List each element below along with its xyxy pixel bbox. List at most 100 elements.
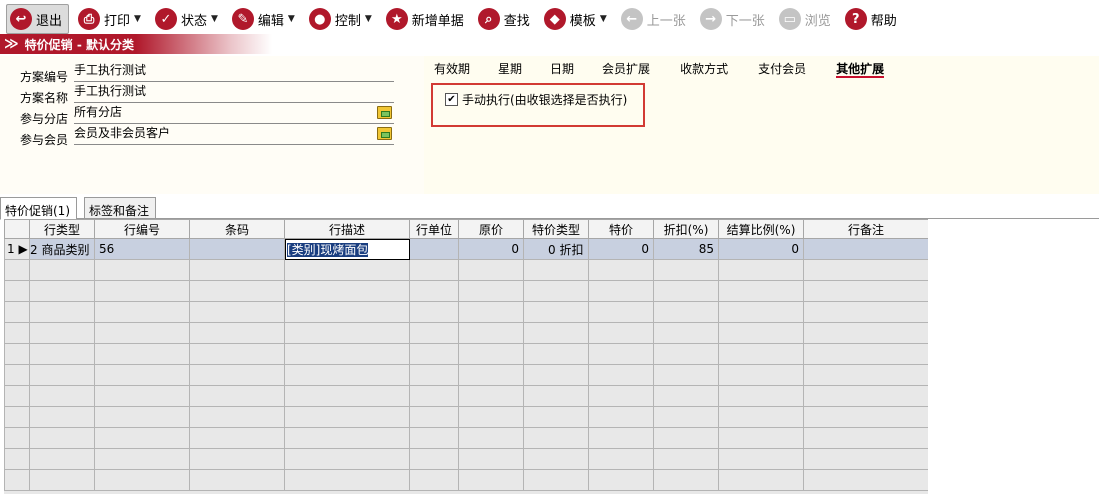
empty-cell[interactable] — [458, 343, 524, 365]
empty-cell[interactable] — [189, 427, 285, 449]
empty-cell[interactable] — [653, 259, 719, 281]
col-header-special-price[interactable]: 特价 — [588, 219, 654, 239]
empty-row[interactable] — [4, 469, 928, 491]
exit-button[interactable]: ↩ 退出 — [6, 4, 70, 34]
tab-member-extension[interactable]: 会员扩展 — [602, 58, 650, 78]
empty-cell[interactable] — [803, 364, 928, 386]
cell-special-price[interactable]: 0 — [588, 238, 654, 260]
row-indicator[interactable] — [4, 469, 30, 491]
cell-line-no[interactable]: 56 — [94, 238, 190, 260]
empty-cell[interactable] — [284, 301, 410, 323]
empty-row[interactable] — [4, 280, 928, 302]
empty-cell[interactable] — [284, 259, 410, 281]
col-header-type[interactable]: 行类型 — [29, 219, 95, 239]
folder-icon[interactable] — [377, 127, 392, 140]
empty-row[interactable] — [4, 385, 928, 407]
row-indicator[interactable] — [4, 280, 30, 302]
empty-cell[interactable] — [803, 385, 928, 407]
empty-cell[interactable] — [94, 385, 190, 407]
empty-cell[interactable] — [29, 427, 95, 449]
tab-date[interactable]: 日期 — [550, 58, 574, 78]
col-header-settle-ratio[interactable]: 结算比例(%) — [718, 219, 804, 239]
empty-cell[interactable] — [588, 427, 654, 449]
empty-cell[interactable] — [458, 259, 524, 281]
empty-cell[interactable] — [189, 385, 285, 407]
manual-exec-checkbox[interactable]: ✔ 手动执行(由收银选择是否执行) — [445, 91, 627, 108]
empty-cell[interactable] — [94, 448, 190, 470]
empty-cell[interactable] — [523, 385, 589, 407]
empty-cell[interactable] — [409, 280, 459, 302]
row-indicator[interactable] — [4, 259, 30, 281]
empty-cell[interactable] — [189, 406, 285, 428]
empty-cell[interactable] — [284, 343, 410, 365]
name-field[interactable]: 手工执行测试 — [74, 83, 394, 103]
row-indicator[interactable] — [4, 301, 30, 323]
row-indicator[interactable] — [4, 343, 30, 365]
empty-cell[interactable] — [718, 364, 804, 386]
empty-cell[interactable] — [588, 469, 654, 491]
store-field[interactable]: 所有分店 — [74, 104, 394, 124]
status-button[interactable]: ✓ 状态 ▼ — [152, 4, 221, 34]
cell-orig-price[interactable]: 0 — [458, 238, 524, 260]
col-header-price-type[interactable]: 特价类型 — [523, 219, 589, 239]
tab-payment-member[interactable]: 支付会员 — [758, 58, 806, 78]
empty-cell[interactable] — [29, 301, 95, 323]
empty-cell[interactable] — [189, 280, 285, 302]
row-indicator[interactable] — [4, 322, 30, 344]
tab-other-extension[interactable]: 其他扩展 — [836, 58, 885, 78]
empty-cell[interactable] — [718, 385, 804, 407]
empty-cell[interactable] — [94, 343, 190, 365]
checkbox-checked-icon[interactable]: ✔ — [445, 93, 458, 106]
empty-cell[interactable] — [718, 280, 804, 302]
edit-button[interactable]: ✎ 编辑 ▼ — [229, 4, 298, 34]
cell-discount[interactable]: 85 — [653, 238, 719, 260]
empty-cell[interactable] — [409, 364, 459, 386]
empty-row[interactable] — [4, 301, 928, 323]
row-indicator[interactable]: 1 ▶ — [4, 238, 30, 260]
empty-cell[interactable] — [458, 364, 524, 386]
empty-cell[interactable] — [718, 301, 804, 323]
empty-cell[interactable] — [523, 322, 589, 344]
empty-row[interactable] — [4, 259, 928, 281]
empty-cell[interactable] — [458, 427, 524, 449]
empty-cell[interactable] — [588, 343, 654, 365]
empty-cell[interactable] — [718, 406, 804, 428]
empty-cell[interactable] — [29, 322, 95, 344]
empty-cell[interactable] — [803, 469, 928, 491]
empty-cell[interactable] — [29, 280, 95, 302]
empty-cell[interactable] — [458, 406, 524, 428]
empty-cell[interactable] — [29, 343, 95, 365]
empty-cell[interactable] — [523, 280, 589, 302]
empty-cell[interactable] — [803, 427, 928, 449]
empty-cell[interactable] — [803, 301, 928, 323]
empty-cell[interactable] — [94, 301, 190, 323]
empty-cell[interactable] — [29, 385, 95, 407]
empty-cell[interactable] — [588, 364, 654, 386]
col-header-barcode[interactable]: 条码 — [189, 219, 285, 239]
empty-cell[interactable] — [718, 469, 804, 491]
empty-cell[interactable] — [588, 259, 654, 281]
empty-cell[interactable] — [189, 301, 285, 323]
member-field[interactable]: 会员及非会员客户 — [74, 125, 394, 145]
cell-type[interactable]: 2 商品类别 — [29, 238, 95, 260]
empty-cell[interactable] — [94, 406, 190, 428]
col-header-unit[interactable]: 行单位 — [409, 219, 459, 239]
empty-cell[interactable] — [588, 385, 654, 407]
template-button[interactable]: ◆ 模板 ▼ — [541, 4, 610, 34]
empty-cell[interactable] — [588, 322, 654, 344]
empty-row[interactable] — [4, 427, 928, 449]
table-row[interactable]: 1 ▶ 2 商品类别 56 [类别]现烤面包 0 0 折扣 0 85 0 — [4, 238, 928, 260]
empty-cell[interactable] — [653, 364, 719, 386]
empty-cell[interactable] — [189, 343, 285, 365]
empty-cell[interactable] — [284, 469, 410, 491]
empty-cell[interactable] — [523, 259, 589, 281]
empty-cell[interactable] — [588, 406, 654, 428]
row-indicator[interactable] — [4, 448, 30, 470]
col-header-remark[interactable]: 行备注 — [803, 219, 928, 239]
empty-cell[interactable] — [718, 343, 804, 365]
cell-price-type[interactable]: 0 折扣 — [523, 238, 589, 260]
empty-cell[interactable] — [803, 280, 928, 302]
empty-row[interactable] — [4, 406, 928, 428]
row-indicator[interactable] — [4, 364, 30, 386]
empty-cell[interactable] — [523, 301, 589, 323]
